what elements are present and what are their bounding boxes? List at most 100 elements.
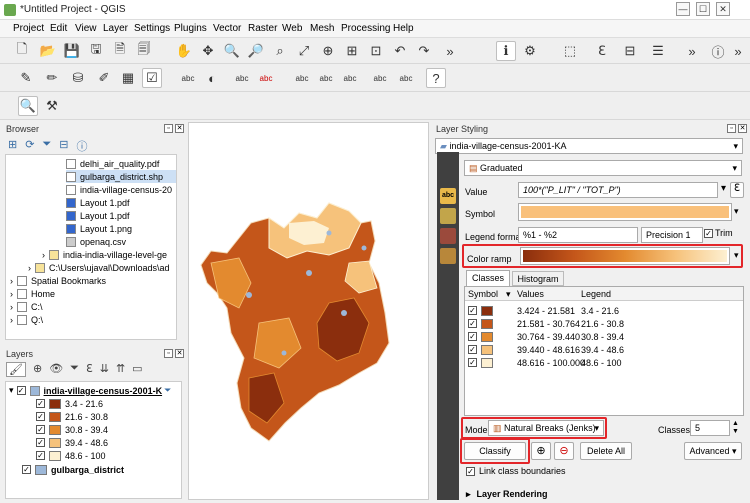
expression-builder-icon[interactable]: ℇ <box>730 182 744 198</box>
zoom-out-icon[interactable]: 🔎 <box>246 41 266 61</box>
save-edits-icon[interactable]: ⛁ <box>68 68 88 88</box>
class-checkbox[interactable]: ✓ <box>468 332 477 341</box>
filter-legend-icon[interactable]: ⏷ <box>70 362 79 377</box>
class-checkbox[interactable]: ✓ <box>36 438 45 447</box>
zoom-selection-icon[interactable]: ⊕ <box>318 41 338 61</box>
menu-web[interactable]: Web <box>282 23 302 34</box>
diagram-icon[interactable]: ◐ <box>202 68 222 88</box>
browser-item[interactable]: Layout 1.png <box>66 222 132 235</box>
label-tool-icon[interactable]: ☑ <box>142 68 162 88</box>
visibility-icon[interactable]: 👁 <box>49 362 63 377</box>
menu-project[interactable]: Project <box>13 23 44 34</box>
new-project-icon[interactable]: 🗋 <box>12 41 32 61</box>
menu-mesh[interactable]: Mesh <box>310 23 334 34</box>
pin-labels-icon[interactable]: abc <box>232 68 252 88</box>
menu-vector[interactable]: Vector <box>213 23 241 34</box>
map-canvas[interactable] <box>188 122 429 500</box>
diagrams-icon[interactable] <box>440 228 456 244</box>
browser-item[interactable]: gulbarga_district.shp <box>66 170 176 183</box>
expand-arrow-icon[interactable]: › <box>10 315 13 325</box>
zoom-native-icon[interactable]: ⊡ <box>366 41 386 61</box>
layer-visibility-checkbox[interactable]: ✓ <box>22 465 31 474</box>
toggle-editing-icon[interactable]: ✏ <box>42 68 62 88</box>
layer-visibility-checkbox[interactable]: ✓ <box>16 386 26 395</box>
browser-item[interactable]: openaq.csv <box>66 235 126 248</box>
toolbar-overflow-icon[interactable]: » <box>440 41 460 61</box>
select-features-icon[interactable]: ⬚ <box>560 41 580 61</box>
expand-arrow-icon[interactable]: › <box>42 250 45 260</box>
open-table-icon[interactable]: ☰ <box>648 41 668 61</box>
close-panel-icon[interactable]: ✕ <box>738 124 747 133</box>
close-panel-icon[interactable]: ✕ <box>175 349 184 358</box>
change-label-icon[interactable]: abc <box>340 68 360 88</box>
link-boundaries-option[interactable]: ✓ Link class boundaries <box>466 466 566 476</box>
expand-arrow-icon[interactable]: › <box>10 302 13 312</box>
layer-row[interactable]: ▾ ✓ india-village-census-2001-K ⏷ <box>9 384 171 397</box>
current-edits-icon[interactable]: ✎ <box>16 68 36 88</box>
processing-toolbox-icon[interactable]: ⚒ <box>42 96 62 116</box>
symbol-button[interactable] <box>518 203 732 221</box>
precision-spinbox[interactable]: Precision 1 <box>641 227 703 243</box>
vertex-tool-icon[interactable]: ▦ <box>118 68 138 88</box>
open-project-icon[interactable]: 📂 <box>38 41 58 61</box>
toolbar-overflow-2-icon[interactable]: » <box>682 41 702 61</box>
minimize-button[interactable]: — <box>676 2 690 16</box>
toolbar-overflow-3-icon[interactable]: » <box>728 41 748 61</box>
browser-item[interactable]: › C:\Users\ujaval\Downloads\ad <box>28 261 170 274</box>
class-checkbox[interactable]: ✓ <box>36 451 45 460</box>
pan-to-selection-icon[interactable]: ✥ <box>198 41 218 61</box>
expand-arrow-icon[interactable]: › <box>10 289 13 299</box>
class-checkbox[interactable]: ✓ <box>36 412 45 421</box>
expression-filter-icon[interactable]: ℇ <box>86 362 93 377</box>
menu-edit[interactable]: Edit <box>50 23 67 34</box>
advanced-button[interactable]: Advanced ▾ <box>684 442 742 460</box>
add-selected-icon[interactable]: ⊞ <box>8 138 17 154</box>
expand-arrow-icon[interactable]: › <box>28 263 31 273</box>
link-boundaries-checkbox[interactable]: ✓ <box>466 466 475 476</box>
browser-item[interactable]: india-village-census-20 <box>66 183 172 196</box>
move-label-icon[interactable]: abc <box>292 68 312 88</box>
chevron-down-icon[interactable]: ▾ <box>721 183 726 194</box>
add-group-icon[interactable]: ⊕ <box>33 362 42 377</box>
layout-manager-icon[interactable]: 🗐 <box>134 41 154 61</box>
float-panel-icon[interactable]: ▫ <box>164 349 173 358</box>
class-checkbox[interactable]: ✓ <box>468 319 477 328</box>
legend-class-row[interactable]: ✓ 3.4 - 21.6 <box>36 397 103 410</box>
browser-item[interactable]: delhi_air_quality.pdf <box>66 157 159 170</box>
deselect-icon[interactable]: ⊟ <box>620 41 640 61</box>
trim-option[interactable]: ✓ Trim <box>704 228 733 238</box>
layer-row[interactable]: ✓ gulbarga_district <box>22 463 124 476</box>
float-panel-icon[interactable]: ▫ <box>164 124 173 133</box>
history-icon[interactable] <box>440 248 456 264</box>
legend-class-row[interactable]: ✓ 39.4 - 48.6 <box>36 436 108 449</box>
labels-icon[interactable]: abc <box>440 188 456 204</box>
menu-layer[interactable]: Layer <box>103 23 128 34</box>
legend-class-row[interactable]: ✓ 21.6 - 30.8 <box>36 410 108 423</box>
hide-labels-icon[interactable]: abc <box>256 68 276 88</box>
style-manager-icon[interactable]: 🖌 <box>6 362 26 377</box>
help-icon[interactable]: ? <box>426 68 446 88</box>
float-panel-icon[interactable]: ▫ <box>727 124 736 133</box>
expression-select-icon[interactable]: ℇ <box>592 41 612 61</box>
maximize-button[interactable]: ☐ <box>696 2 710 16</box>
menu-raster[interactable]: Raster <box>248 23 277 34</box>
column-legend[interactable]: Legend <box>581 289 611 299</box>
spin-arrows-icon[interactable]: ▲ ▼ <box>732 420 739 436</box>
digitize-icon[interactable]: ✐ <box>94 68 114 88</box>
expand-all-icon[interactable]: ⇊ <box>100 362 109 377</box>
browser-item[interactable]: › india-india-village-level-ge <box>42 248 167 261</box>
menu-processing[interactable]: Processing <box>341 23 390 34</box>
zoom-rubber-icon[interactable]: ⌕ <box>270 41 290 61</box>
classes-spinbox[interactable]: 5 <box>690 420 730 436</box>
table-row[interactable]: ✓ 21.581 - 30.764 21.6 - 30.8 <box>468 317 624 330</box>
collapse-arrow-icon[interactable]: ▾ <box>9 385 14 396</box>
refresh-icon[interactable]: ⟳ <box>25 138 34 154</box>
save-as-icon[interactable]: 🖫 <box>86 41 106 61</box>
3d-icon[interactable] <box>440 208 456 224</box>
zoom-full-icon[interactable]: ⤢ <box>294 41 314 61</box>
expand-arrow-icon[interactable]: › <box>10 276 13 286</box>
layer-select-dropdown[interactable]: ▰ india-village-census-2001-KA ▾ <box>435 138 743 154</box>
legend-class-row[interactable]: ✓ 48.6 - 100 <box>36 449 106 462</box>
close-button[interactable]: ✕ <box>716 2 730 16</box>
table-row[interactable]: ✓ 3.424 - 21.581 3.4 - 21.6 <box>468 304 619 317</box>
